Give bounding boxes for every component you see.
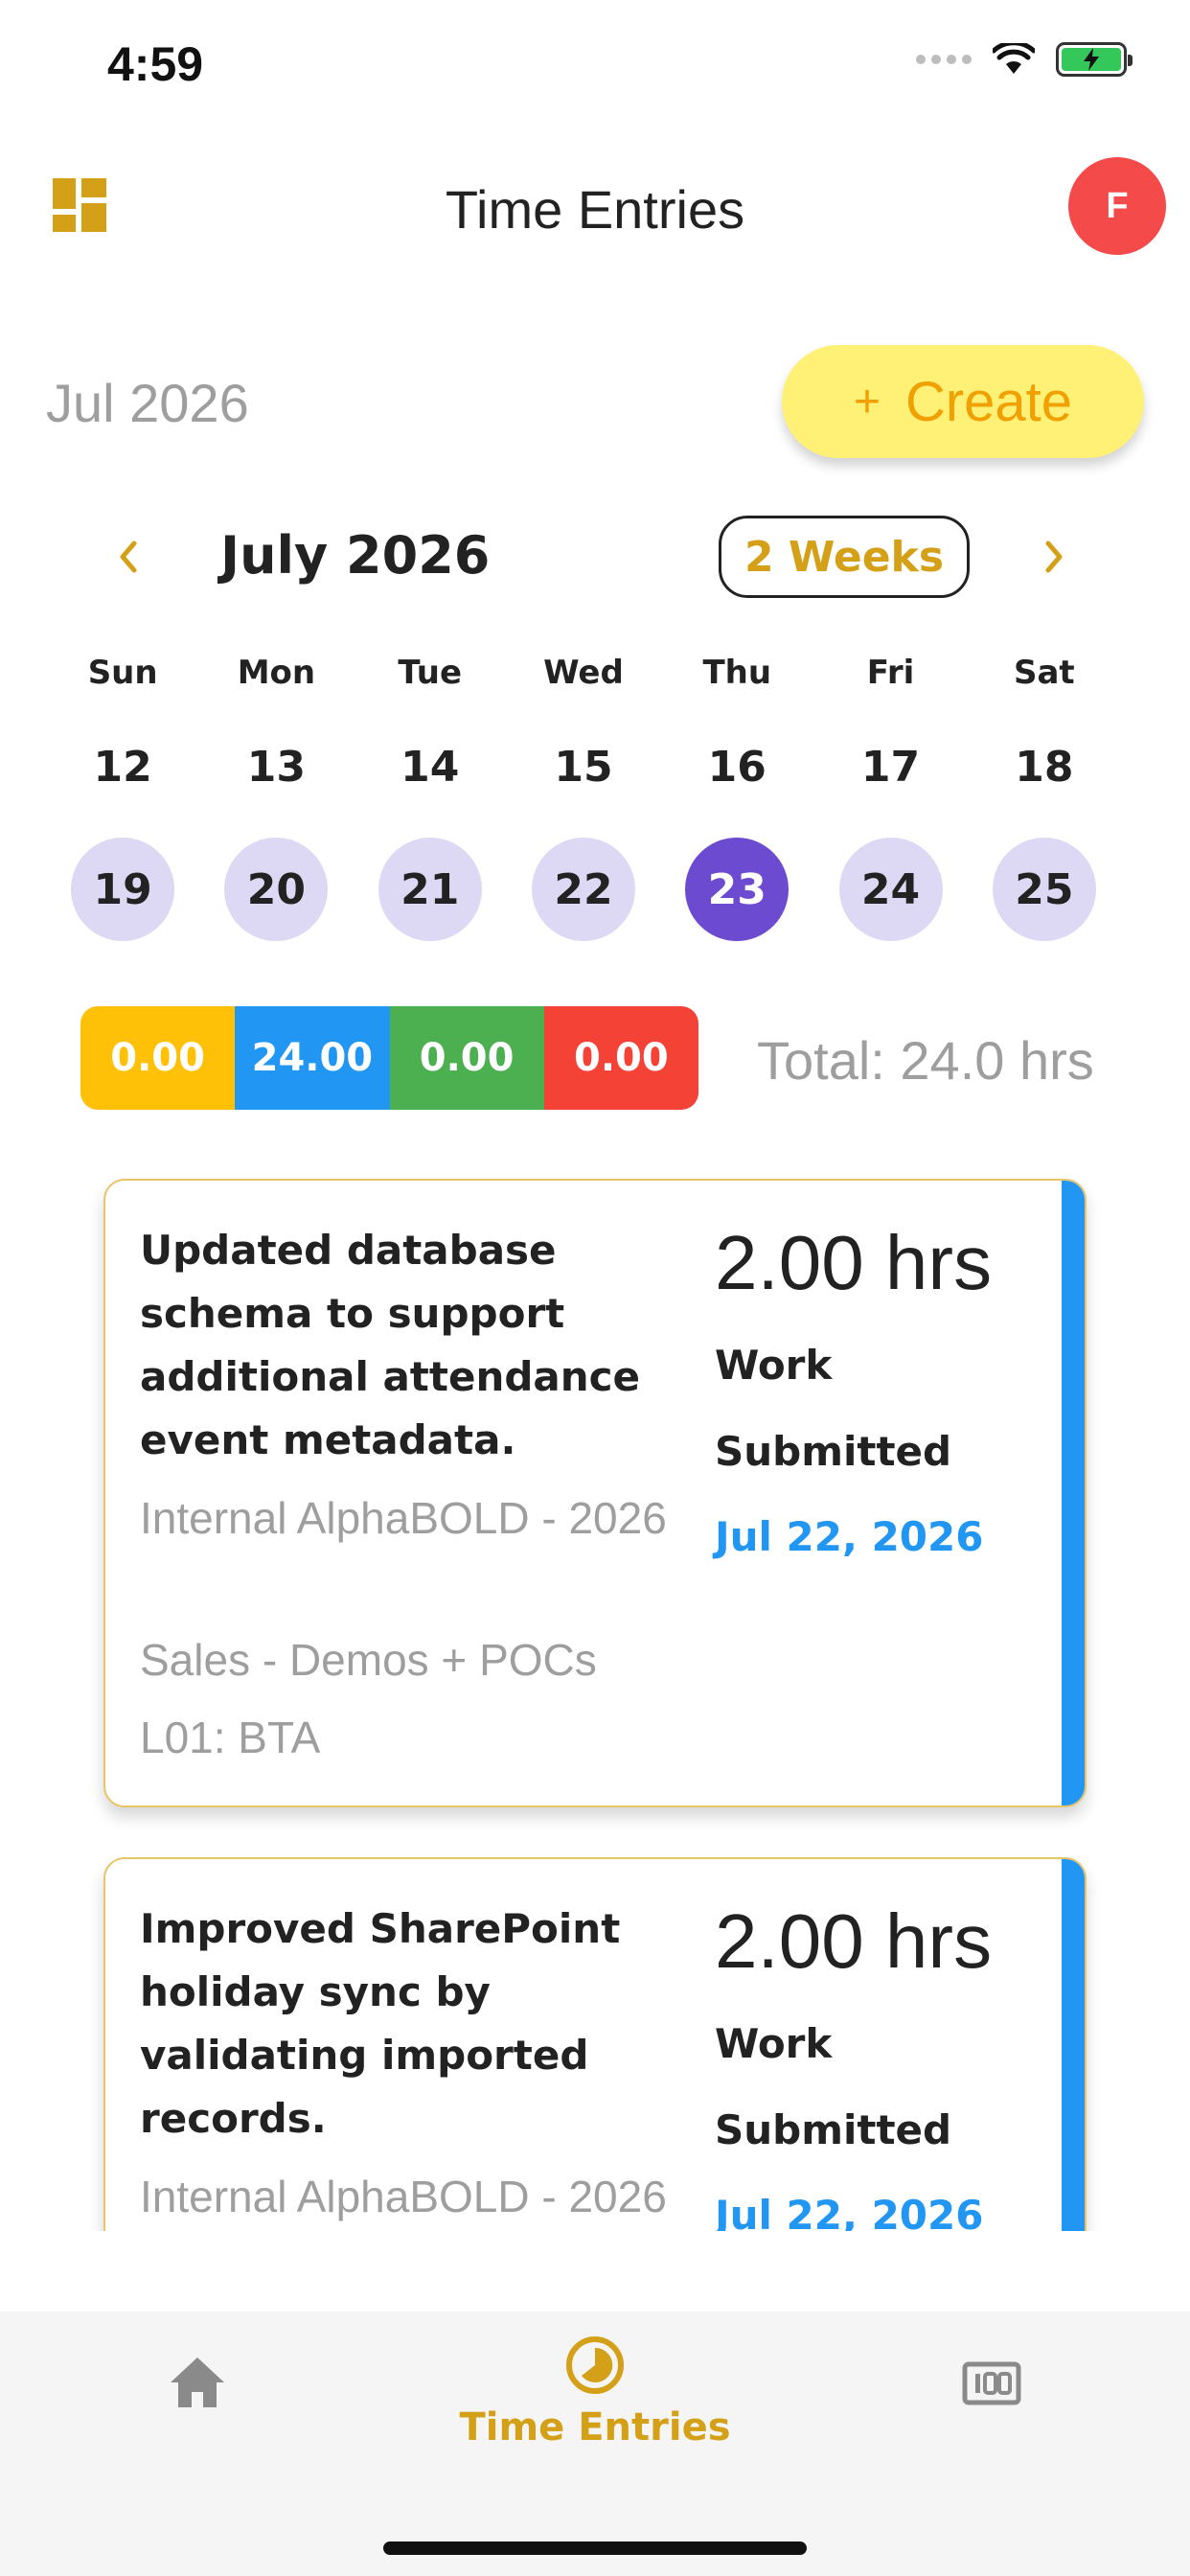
- weekday-label: Wed: [543, 654, 624, 692]
- nav-tab-label: Time Entries: [459, 2405, 731, 2450]
- entry-card[interactable]: Improved SharePoint holiday sync by vali…: [103, 1857, 1087, 2231]
- entry-hours: 2.00 hrs: [715, 1898, 993, 1984]
- weekday-label: Tue: [398, 654, 463, 692]
- entry-date: Jul 22, 2026: [715, 2192, 984, 2231]
- calendar-day[interactable]: 24: [838, 838, 943, 941]
- calendar-day[interactable]: 20: [224, 838, 329, 941]
- wifi-icon: [993, 43, 1035, 74]
- battery-icon: [1056, 42, 1133, 77]
- create-button[interactable]: + Create: [782, 345, 1144, 458]
- calendar-day[interactable]: 25: [992, 838, 1096, 941]
- calendar-day[interactable]: 13: [199, 743, 353, 792]
- total-hours: Total: 24.0 hrs: [757, 1030, 1094, 1091]
- status-time: 4:59: [107, 37, 204, 91]
- home-indicator: [383, 2542, 807, 2555]
- calendar-day[interactable]: 21: [378, 838, 482, 941]
- entry-card[interactable]: Updated database schema to support addit…: [103, 1179, 1087, 1807]
- calendar-day[interactable]: 22: [531, 838, 635, 941]
- counter-icon[interactable]: [962, 2361, 1021, 2405]
- calendar-day[interactable]: 18: [968, 743, 1121, 792]
- entry-task: Sales - Demos + POCs: [140, 1635, 597, 1685]
- entry-type: Work: [715, 2020, 833, 2067]
- calendar-day[interactable]: 19: [71, 838, 175, 941]
- entry-list[interactable]: Updated database schema to support addit…: [0, 1150, 1190, 2231]
- entry-status-stripe: [1062, 1859, 1085, 2231]
- calendar-title: July 2026: [220, 525, 491, 586]
- summary-segment: 0.00: [543, 1006, 698, 1110]
- chevron-right-icon[interactable]: [1042, 532, 1067, 587]
- summary-segment: 0.00: [80, 1006, 236, 1110]
- entry-date: Jul 22, 2026: [715, 1513, 984, 1560]
- entry-status-stripe: [1062, 1181, 1085, 1806]
- plus-icon: +: [853, 376, 881, 427]
- signal-icon: [916, 55, 972, 64]
- avatar[interactable]: F: [1068, 157, 1166, 255]
- calendar-week-2: 19 20 21 22 23 24 25: [46, 838, 1121, 941]
- calendar-day[interactable]: 14: [354, 743, 507, 792]
- weekday-label: Fri: [866, 654, 915, 692]
- chevron-left-icon[interactable]: [115, 532, 140, 587]
- summary-segment: 24.00: [235, 1006, 390, 1110]
- entry-description: Improved SharePoint holiday sync by vali…: [140, 1905, 621, 2142]
- entry-hours: 2.00 hrs: [715, 1220, 993, 1305]
- view-mode-button[interactable]: 2 Weeks: [719, 516, 970, 598]
- weekday-label: Sun: [87, 654, 158, 692]
- clock-icon: [566, 2336, 624, 2394]
- entry-status: Submitted: [715, 1428, 952, 1475]
- calendar-day[interactable]: 16: [660, 743, 813, 792]
- calendar-day[interactable]: 15: [507, 743, 660, 792]
- entry-status: Submitted: [715, 2106, 952, 2153]
- create-button-label: Create: [904, 370, 1073, 433]
- weekday-header: Sun Mon Tue Wed Thu Fri Sat: [46, 654, 1121, 692]
- entry-project: Internal AlphaBOLD - 2026: [140, 2172, 667, 2221]
- calendar-day[interactable]: 17: [813, 743, 967, 792]
- entry-category: L01: BTA: [140, 1713, 321, 1762]
- period-label: Jul 2026: [46, 373, 249, 433]
- entry-type: Work: [715, 1342, 833, 1389]
- calendar-day-selected[interactable]: 23: [685, 838, 790, 941]
- weekday-label: Sat: [1013, 654, 1075, 692]
- calendar-week-1: 12 13 14 15 16 17 18: [46, 743, 1121, 792]
- weekday-label: Mon: [237, 654, 316, 692]
- hours-summary-bar: 0.00 24.00 0.00 0.00: [80, 1006, 698, 1110]
- summary-segment: 0.00: [389, 1006, 544, 1110]
- status-icons: [916, 42, 1133, 77]
- bottom-nav: Time Entries: [0, 2312, 1190, 2576]
- weekday-label: Thu: [702, 654, 772, 692]
- entry-project: Internal AlphaBOLD - 2026: [140, 1493, 667, 1543]
- page-title: Time Entries: [445, 179, 745, 240]
- calendar-day[interactable]: 12: [46, 743, 199, 792]
- entry-description: Updated database schema to support addit…: [140, 1227, 641, 1463]
